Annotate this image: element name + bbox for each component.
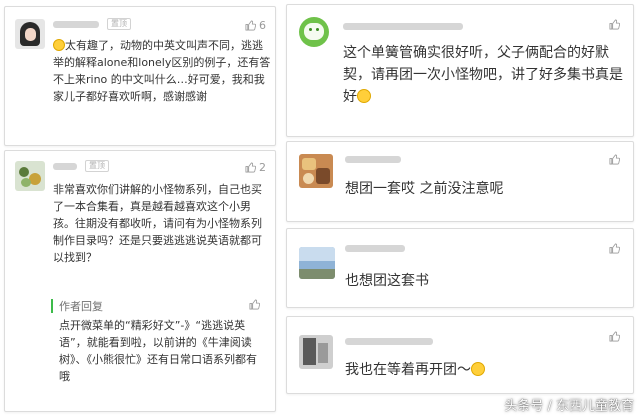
username-blurred bbox=[53, 163, 77, 170]
watermark: 头条号 / 东西儿童教育 bbox=[504, 399, 634, 414]
username-blurred bbox=[343, 23, 463, 30]
pin-badge: 置顶 bbox=[107, 18, 131, 30]
like-count: 6 bbox=[259, 19, 266, 32]
like-button[interactable]: 2 bbox=[245, 161, 266, 174]
comment-text: 太有趣了，动物的中英文叫声不同，逃逃举的解释alone和lonely区别的例子，… bbox=[53, 39, 271, 103]
like-button[interactable] bbox=[609, 154, 620, 165]
avatar[interactable] bbox=[299, 17, 329, 47]
thumbs-up-icon bbox=[609, 19, 620, 30]
comment-text: 非常喜欢你们讲解的小怪物系列，自己也买了一本合集看，真是越看越喜欢这个小男孩。往… bbox=[53, 183, 262, 264]
like-button[interactable]: 6 bbox=[245, 19, 266, 32]
comment-card-5: 也想团这套书 bbox=[286, 228, 634, 308]
thumbs-up-icon bbox=[609, 154, 620, 165]
thumbs-up-icon bbox=[245, 162, 256, 173]
like-count: 2 bbox=[259, 161, 266, 174]
comment-card-6: 我也在等着再开团～ bbox=[286, 316, 634, 394]
avatar[interactable] bbox=[299, 247, 335, 279]
author-reply-text: 点开微菜单的“精彩好文”-》“逃逃说英语”，就能看到啦，以前讲的《牛津阅读树》、… bbox=[59, 319, 257, 383]
comment-card-4: 想团一套哎 之前没注意呢 bbox=[286, 141, 634, 222]
username-blurred bbox=[345, 156, 401, 163]
avatar[interactable] bbox=[299, 154, 333, 188]
comment-text: 我也在等着再开团～ bbox=[345, 359, 625, 381]
reply-accent-bar bbox=[51, 299, 53, 313]
thumbs-up-icon bbox=[249, 299, 260, 310]
like-button[interactable] bbox=[609, 243, 620, 254]
grin-emoji-icon bbox=[53, 39, 65, 51]
thumbs-up-icon bbox=[609, 331, 620, 342]
laugh-emoji-icon bbox=[471, 362, 485, 376]
pin-badge: 置顶 bbox=[85, 160, 109, 172]
comment-card-2: 置顶 2 非常喜欢你们讲解的小怪物系列，自己也买了一本合集看，真是越看越喜欢这个… bbox=[4, 150, 276, 412]
username-blurred bbox=[345, 245, 405, 252]
like-button[interactable] bbox=[609, 331, 620, 342]
username-blurred bbox=[53, 21, 99, 28]
thumbs-up-icon bbox=[245, 20, 256, 31]
comment-text: 想团一套哎 之前没注意呢 bbox=[345, 181, 504, 197]
like-button[interactable] bbox=[609, 19, 620, 30]
smile-emoji-icon bbox=[357, 89, 371, 103]
comment-text: 也想团这套书 bbox=[345, 273, 429, 289]
avatar[interactable] bbox=[15, 19, 45, 49]
reply-like-button[interactable] bbox=[249, 299, 260, 310]
comment-card-3: 这个单簧管确实很好听，父子俩配合的好默契，请再团一次小怪物吧，讲了好多集书真是好 bbox=[286, 4, 634, 137]
avatar[interactable] bbox=[299, 335, 333, 369]
username-blurred bbox=[345, 338, 433, 345]
avatar[interactable] bbox=[15, 161, 45, 191]
author-reply-label: 作者回复 bbox=[59, 300, 103, 313]
thumbs-up-icon bbox=[609, 243, 620, 254]
comment-card-1: 置顶 6 太有趣了，动物的中英文叫声不同，逃逃举的解释alone和lonely区… bbox=[4, 6, 276, 146]
comment-text: 这个单簧管确实很好听，父子俩配合的好默契，请再团一次小怪物吧，讲了好多集书真是好 bbox=[343, 45, 623, 105]
